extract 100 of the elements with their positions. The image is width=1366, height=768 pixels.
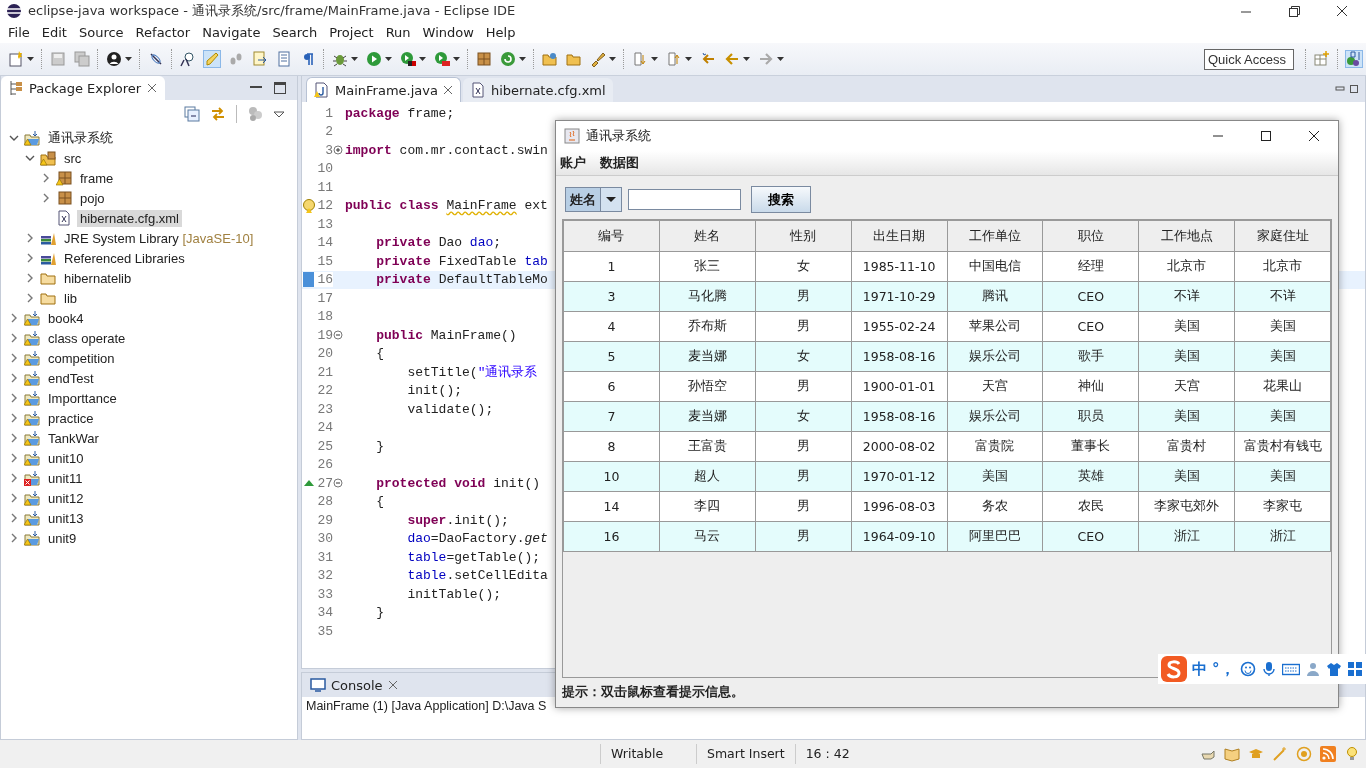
menu-item[interactable]: Search bbox=[266, 25, 324, 40]
smiley-icon[interactable] bbox=[1239, 661, 1256, 677]
editor-tab[interactable]: MainFrame.java bbox=[306, 77, 461, 102]
dropdown-caret-icon[interactable] bbox=[351, 55, 358, 63]
java-perspective-icon[interactable] bbox=[1346, 51, 1362, 67]
view-menu-icon[interactable] bbox=[273, 109, 285, 119]
menu-item[interactable]: 账户 bbox=[558, 154, 588, 172]
dropdown-caret-icon[interactable] bbox=[609, 55, 616, 63]
menu-item[interactable]: Refactor bbox=[129, 25, 197, 40]
column-header[interactable]: 出生日期 bbox=[851, 220, 947, 252]
folder-icon[interactable] bbox=[566, 51, 582, 67]
input-method-logo-icon[interactable] bbox=[1161, 656, 1187, 682]
quick-access-field[interactable]: Quick Access bbox=[1204, 48, 1294, 70]
minimize-icon[interactable] bbox=[1335, 84, 1345, 94]
menu-item[interactable]: Edit bbox=[35, 25, 73, 40]
tree-item[interactable]: unit12 bbox=[45, 489, 87, 507]
tree-item[interactable]: 通讯录系统 bbox=[45, 128, 116, 148]
link-icon[interactable] bbox=[148, 51, 164, 67]
dropdown-caret-icon[interactable] bbox=[419, 55, 426, 63]
column-header[interactable]: 性别 bbox=[755, 220, 852, 252]
collapsed-chevron-icon[interactable] bbox=[25, 233, 35, 243]
column-header[interactable]: 家庭住址 bbox=[1234, 220, 1331, 252]
tree-item[interactable]: endTest bbox=[45, 369, 97, 387]
open-folder-icon[interactable] bbox=[542, 51, 558, 67]
dropdown-caret-icon[interactable] bbox=[743, 55, 750, 63]
tree-item[interactable]: unit11 bbox=[45, 469, 86, 487]
dropdown-caret-icon[interactable] bbox=[651, 55, 658, 63]
collapsed-chevron-icon[interactable] bbox=[9, 453, 19, 463]
collapsed-chevron-icon[interactable] bbox=[9, 473, 19, 483]
menu-item[interactable]: 数据图 bbox=[598, 154, 641, 172]
search-field-dropdown[interactable]: 姓名 bbox=[565, 187, 622, 212]
punctuation-toggle[interactable]: °， bbox=[1212, 659, 1235, 679]
dropdown-caret-icon[interactable] bbox=[777, 55, 784, 63]
menu-item[interactable]: Project bbox=[323, 25, 380, 40]
tree-item[interactable]: unit9 bbox=[45, 529, 80, 547]
rss-feed-icon[interactable] bbox=[1320, 746, 1336, 762]
tree-item[interactable]: class operate bbox=[45, 329, 129, 347]
collapsed-chevron-icon[interactable] bbox=[41, 173, 51, 183]
tree-item[interactable]: frame bbox=[77, 169, 117, 187]
view-title[interactable]: Console bbox=[331, 677, 383, 693]
refresh-circle-icon[interactable] bbox=[500, 51, 516, 67]
keyboard-icon[interactable] bbox=[1281, 661, 1300, 677]
collapsed-chevron-icon[interactable] bbox=[9, 533, 19, 543]
collapsed-chevron-icon[interactable] bbox=[9, 313, 19, 323]
restore-icon[interactable] bbox=[1287, 4, 1301, 18]
collapsed-chevron-icon[interactable] bbox=[41, 193, 51, 203]
maximize-icon[interactable] bbox=[273, 81, 287, 95]
brush-icon[interactable] bbox=[590, 51, 606, 67]
column-header[interactable]: 职位 bbox=[1042, 220, 1139, 252]
editor-tab[interactable]: hibernate.cfg.xml bbox=[462, 78, 613, 102]
collapsed-chevron-icon[interactable] bbox=[25, 253, 35, 263]
collapsed-chevron-icon[interactable] bbox=[9, 373, 19, 383]
fold-collapse-icon[interactable] bbox=[333, 478, 343, 489]
menu-item[interactable]: Window bbox=[416, 25, 480, 40]
collapsed-chevron-icon[interactable] bbox=[9, 393, 19, 403]
external-tools-icon[interactable] bbox=[434, 51, 450, 67]
shirt-icon[interactable] bbox=[1325, 661, 1342, 677]
tree-item[interactable]: src bbox=[61, 149, 85, 167]
run-icon[interactable] bbox=[366, 51, 382, 67]
open-perspective-icon[interactable] bbox=[1314, 51, 1330, 67]
column-header[interactable]: 工作单位 bbox=[947, 220, 1043, 252]
tree-item[interactable]: hibernate.cfg.xml bbox=[77, 209, 182, 227]
collapsed-chevron-icon[interactable] bbox=[9, 413, 19, 423]
person-icon[interactable] bbox=[106, 51, 122, 67]
menu-item[interactable]: Help bbox=[479, 25, 522, 40]
dropdown-caret-icon[interactable] bbox=[519, 55, 526, 63]
tree-item[interactable]: TankWar bbox=[45, 429, 102, 447]
dropdown-caret-icon[interactable] bbox=[125, 55, 132, 63]
tree-item[interactable]: Referenced Libraries bbox=[61, 249, 188, 267]
collapsed-chevron-icon[interactable] bbox=[25, 293, 35, 303]
column-header[interactable]: 编号 bbox=[563, 220, 660, 252]
search-button[interactable]: 搜索 bbox=[751, 186, 811, 213]
fold-collapse-icon[interactable] bbox=[333, 330, 343, 341]
menu-item[interactable]: Navigate bbox=[196, 25, 267, 40]
tree-item[interactable]: lib bbox=[61, 289, 80, 307]
column-header[interactable]: 工作地点 bbox=[1138, 220, 1235, 252]
collapsed-chevron-icon[interactable] bbox=[9, 513, 19, 523]
collapsed-chevron-icon[interactable] bbox=[25, 273, 35, 283]
collapse-all-icon[interactable] bbox=[184, 106, 200, 122]
maximize-icon[interactable] bbox=[1259, 129, 1273, 143]
collapsed-chevron-icon[interactable] bbox=[9, 433, 19, 443]
menu-item[interactable]: File bbox=[2, 25, 36, 40]
lightbulb-icon[interactable] bbox=[1344, 746, 1360, 762]
tree-item[interactable]: hibernatelib bbox=[61, 269, 135, 287]
tree-item[interactable]: JRE System Library [JavaSE-10] bbox=[61, 229, 257, 247]
highlighter-icon[interactable] bbox=[204, 51, 220, 67]
fold-expand-icon[interactable] bbox=[333, 145, 343, 156]
expanded-chevron-icon[interactable] bbox=[25, 153, 35, 163]
tree-item[interactable]: competition bbox=[45, 349, 118, 367]
dropdown-caret-icon[interactable] bbox=[606, 196, 616, 203]
tree-item[interactable]: practice bbox=[45, 409, 97, 427]
dropdown-caret-icon[interactable] bbox=[453, 55, 460, 63]
close-icon[interactable] bbox=[1335, 4, 1349, 18]
collapsed-chevron-icon[interactable] bbox=[9, 333, 19, 343]
microphone-icon[interactable] bbox=[1260, 661, 1277, 677]
dropdown-caret-icon[interactable] bbox=[685, 55, 692, 63]
star-badge-icon[interactable] bbox=[1296, 746, 1312, 762]
tree-item[interactable]: unit10 bbox=[45, 449, 87, 467]
menu-item[interactable]: Run bbox=[379, 25, 417, 40]
expanded-chevron-icon[interactable] bbox=[9, 133, 19, 143]
